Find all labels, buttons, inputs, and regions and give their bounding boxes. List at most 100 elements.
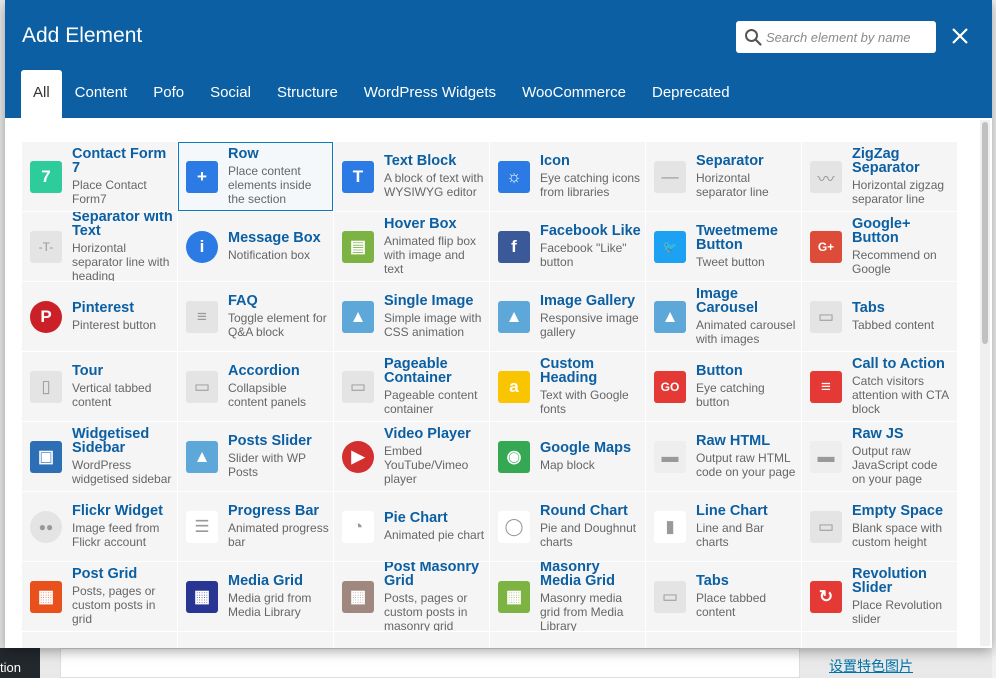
element-text: Message Box Notification box <box>228 212 329 281</box>
element-text: Video Player Embed YouTube/Vimeo player <box>384 422 485 491</box>
element-raw-html[interactable]: ▬ Raw HTML Output raw HTML code on your pa… <box>646 422 801 491</box>
element-message-box[interactable]: i Message Box Notification box <box>178 212 333 281</box>
element-faq[interactable]: ≡ FAQ Toggle element for Q&A block <box>178 282 333 351</box>
element-separator[interactable]: — Separator Horizontal separator line <box>646 142 801 211</box>
element-text: Separator Horizontal separator line <box>696 142 797 211</box>
element-description: Text with Google fonts <box>540 388 629 416</box>
tab-woocommerce[interactable]: WooCommerce <box>509 70 639 118</box>
element-video-player[interactable]: ▶ Video Player Embed YouTube/Vimeo player <box>334 422 489 491</box>
element-text: Accordion Collapsible content panels <box>228 352 329 421</box>
element-accordion[interactable]: ▭ Accordion Collapsible content panels <box>178 352 333 421</box>
element-separator-with-text[interactable]: -T- Separator with Text Horizontal separat… <box>22 212 177 281</box>
element-recent[interactable]: Recent <box>646 632 801 648</box>
element-image-gallery[interactable]: ▲ Image Gallery Responsive image gallery <box>490 282 645 351</box>
element-featured[interactable]: Featured <box>802 632 957 648</box>
element-revolution-slider[interactable]: ↻ Revolution Slider Place Revolution slide… <box>802 562 957 631</box>
sidebar-icon: ▣ <box>30 441 62 473</box>
element-text: Media Grid Media grid from Media Library <box>228 562 329 631</box>
element-masonry-media-grid[interactable]: ▦ Masonry Media Grid Masonry media grid fr… <box>490 562 645 631</box>
element-flickr-widget[interactable]: ●● Flickr Widget Image feed from Flickr ac… <box>22 492 177 561</box>
google-plus-icon: G+ <box>810 231 842 263</box>
element-description: Notification box <box>228 248 311 262</box>
element-google-maps[interactable]: ◉ Google Maps Map block <box>490 422 645 491</box>
set-featured-image-link[interactable]: 设置特色图片 <box>829 656 913 676</box>
tab-wordpress-widgets[interactable]: WordPress Widgets <box>351 70 509 118</box>
element-description: Map block <box>540 458 595 472</box>
masonry-media-icon: ▦ <box>498 581 530 613</box>
element-image-carousel[interactable]: ▲ Image Carousel Animated carousel with im… <box>646 282 801 351</box>
tab-social[interactable]: Social <box>197 70 264 118</box>
element-pinterest[interactable]: P Pinterest Pinterest button <box>22 282 177 351</box>
round-chart-icon: ◯ <box>498 511 530 543</box>
element-my-account[interactable]: My Account <box>490 632 645 648</box>
element-description: Place Revolution slider <box>852 598 943 626</box>
element-tabs[interactable]: ▭ Tabs Tabbed content <box>802 282 957 351</box>
posts-slider-icon: ▲ <box>186 441 218 473</box>
masonry-grid-icon: ▦ <box>342 581 374 613</box>
element-text: Posts Slider Slider with WP Posts <box>228 422 329 491</box>
element-button[interactable]: GO Button Eye catching button <box>646 352 801 421</box>
tab-content[interactable]: Content <box>62 70 141 118</box>
element-call-to-action[interactable]: ≡ Call to Action Catch visitors attention … <box>802 352 957 421</box>
element-tabs[interactable]: ▭ Tabs Place tabbed content <box>646 562 801 631</box>
element-checkout[interactable]: Checkout <box>178 632 333 648</box>
element-line-chart[interactable]: ▮ Line Chart Line and Bar charts <box>646 492 801 561</box>
element-empty-space[interactable]: ▭ Empty Space Blank space with custom heig… <box>802 492 957 561</box>
tab-structure[interactable]: Structure <box>264 70 351 118</box>
search-box[interactable] <box>736 21 936 53</box>
element-pageable-container[interactable]: ▭ Pageable Container Pageable content cont… <box>334 352 489 421</box>
html-file-icon: ▬ <box>654 441 686 473</box>
element-description: Slider with WP Posts <box>228 451 306 479</box>
faq-icon: ≡ <box>186 301 218 333</box>
element-description: Place tabbed content <box>696 591 767 619</box>
element-custom-heading[interactable]: a Custom Heading Text with Google fonts <box>490 352 645 421</box>
element-text: Featured <box>852 632 953 648</box>
element-single-image[interactable]: ▲ Single Image Simple image with CSS anima… <box>334 282 489 351</box>
element-description: Toggle element for Q&A block <box>228 311 327 339</box>
element-description: Masonry media grid from Media Library <box>540 591 624 631</box>
element-facebook-like[interactable]: f Facebook Like Facebook "Like" button <box>490 212 645 281</box>
element-text: Text Block A block of text with WYSIWYG e… <box>384 142 485 211</box>
element-title: Text Block <box>384 153 457 169</box>
element-zigzag-separator[interactable]: 〰 ZigZag Separator Horizontal zigzag separ… <box>802 142 957 211</box>
pinterest-icon: P <box>30 301 62 333</box>
element-text-block[interactable]: T Text Block A block of text with WYSIWYG … <box>334 142 489 211</box>
element-tweetmeme-button[interactable]: 🐦 Tweetmeme Button Tweet button <box>646 212 801 281</box>
element-text: Order Tracking <box>384 632 485 648</box>
cta-icon: ≡ <box>810 371 842 403</box>
separator-icon: — <box>654 161 686 193</box>
tab-all[interactable]: All <box>21 70 62 118</box>
element-text: Contact Form 7 Place Contact Form7 <box>72 142 173 211</box>
element-widgetised-sidebar[interactable]: ▣ Widgetised Sidebar WordPress widgetised … <box>22 422 177 491</box>
element-text: Empty Space Blank space with custom heigh… <box>852 492 953 561</box>
element-cart[interactable]: Cart <box>22 632 177 648</box>
element-post-masonry-grid[interactable]: ▦ Post Masonry Grid Posts, pages or custom… <box>334 562 489 631</box>
element-pie-chart[interactable]: ◔ Pie Chart Animated pie chart <box>334 492 489 561</box>
element-order-tracking[interactable]: Order Tracking <box>334 632 489 648</box>
tab-pofo[interactable]: Pofo <box>140 70 197 118</box>
element-hover-box[interactable]: ▤ Hover Box Animated flip box with image a… <box>334 212 489 281</box>
scrollbar-thumb[interactable] <box>982 122 988 344</box>
progress-bar-icon: ☰ <box>186 511 218 543</box>
element-description: Animated pie chart <box>384 528 485 542</box>
close-icon[interactable] <box>947 22 973 50</box>
element-raw-js[interactable]: ▬ Raw JS Output raw JavaScript code on you… <box>802 422 957 491</box>
element-description: Pinterest button <box>72 318 157 332</box>
element-round-chart[interactable]: ◯ Round Chart Pie and Doughnut charts <box>490 492 645 561</box>
element-tour[interactable]: ▯ Tour Vertical tabbed content <box>22 352 177 421</box>
element-post-grid[interactable]: ▦ Post Grid Posts, pages or custom posts i… <box>22 562 177 631</box>
element-description: A block of text with WYSIWYG editor <box>384 171 484 199</box>
element-contact-form-7[interactable]: 7 Contact Form 7 Place Contact Form7 <box>22 142 177 211</box>
element-progress-bar[interactable]: ☰ Progress Bar Animated progress bar <box>178 492 333 561</box>
element-posts-slider[interactable]: ▲ Posts Slider Slider with WP Posts <box>178 422 333 491</box>
element-title: Media Grid <box>228 573 303 589</box>
element-title: Icon <box>540 153 570 169</box>
element-media-grid[interactable]: ▦ Media Grid Media grid from Media Library <box>178 562 333 631</box>
element-google-button[interactable]: G+ Google+ Button Recommend on Google <box>802 212 957 281</box>
tab-deprecated[interactable]: Deprecated <box>639 70 743 118</box>
text-block-icon: T <box>342 161 374 193</box>
element-description: Blank space with custom height <box>852 521 943 549</box>
element-icon[interactable]: ☼ Icon Eye catching icons from libraries <box>490 142 645 211</box>
element-row[interactable]: + Row Place content elements inside the se… <box>178 142 333 211</box>
search-input[interactable] <box>766 27 926 47</box>
